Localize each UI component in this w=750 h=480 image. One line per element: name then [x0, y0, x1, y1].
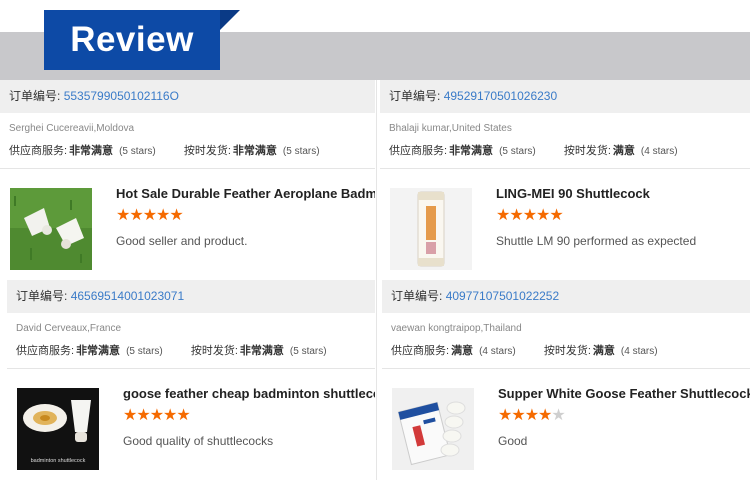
review-comment: Shuttle LM 90 performed as expected [496, 234, 697, 248]
star-rating: ★★★★★ [123, 405, 191, 425]
star-icon: ★ [498, 407, 512, 424]
order-bar: 订单编号: 49529170501026230 [380, 80, 750, 113]
banner-fold [220, 10, 240, 30]
star-icon: ★ [536, 207, 550, 224]
order-bar: 订单编号: 40977107501022252 [382, 280, 750, 313]
order-number-link[interactable]: 40977107501022252 [446, 289, 559, 303]
divider [0, 168, 375, 169]
product-title[interactable]: Supper White Goose Feather Shuttlecock [498, 386, 750, 401]
star-icon: ★ [123, 407, 137, 424]
supplier-stars: (5 stars) [126, 346, 163, 357]
star-icon: ★ [116, 207, 130, 224]
on-time-shipping-label: 按时发货: [183, 145, 231, 157]
shuttlecock-box-photo-icon [392, 388, 474, 470]
review-card-2: 订单编号: 49529170501026230 Bhalaji kumar,Un… [380, 80, 750, 280]
shipping-stars: (4 stars) [640, 146, 678, 157]
column-divider [376, 80, 377, 280]
star-empty-icon: ★ [551, 407, 565, 424]
star-icon: ★ [142, 207, 157, 224]
product-title[interactable]: LING-MEI 90 Shuttlecock [496, 186, 650, 201]
order-label: 订单编号: [391, 289, 443, 303]
order-number-link[interactable]: 49529170501026230 [444, 89, 557, 103]
buyer-name: David Cerveaux,France [16, 323, 122, 334]
shipping-rating: 满意 [612, 145, 635, 157]
review-comment: Good [498, 434, 528, 448]
divider [380, 168, 750, 169]
product-thumbnail[interactable] [10, 188, 92, 270]
supplier-rating: 非常满意 [449, 145, 494, 157]
divider [382, 368, 750, 369]
order-label: 订单编号: [16, 289, 68, 303]
supplier-service-label: 供应商服务: [389, 145, 448, 157]
supplier-service-label: 供应商服务: [16, 345, 75, 357]
star-icon: ★ [169, 207, 183, 224]
star-rating: ★★★★★ [496, 205, 564, 225]
rating-line: 供应商服务: 非常满意 (5 stars) 按时发货: 非常满意 (5 stars) [9, 142, 320, 158]
star-icon: ★ [524, 407, 539, 424]
order-number-link[interactable]: 5535799050102116O [64, 89, 179, 103]
product-title[interactable]: Hot Sale Durable Feather Aeroplane Badmi… [116, 186, 375, 201]
shuttlecock-closeup-photo-icon: badminton shuttlecock [17, 388, 99, 470]
on-time-shipping-label: 按时发货: [543, 345, 591, 357]
divider [7, 368, 375, 369]
supplier-stars: (5 stars) [499, 146, 536, 157]
star-icon: ★ [163, 407, 177, 424]
product-thumbnail[interactable] [390, 188, 472, 270]
thumbnail-caption: badminton shuttlecock [31, 458, 86, 464]
buyer-name: Serghei Cucereavii,Moldova [9, 123, 135, 134]
buyer-name: Bhalaji kumar,United States [389, 123, 512, 134]
order-number-link[interactable]: 46569514001023071 [71, 289, 184, 303]
shipping-rating: 非常满意 [239, 345, 284, 357]
product-thumbnail[interactable]: badminton shuttlecock [17, 388, 99, 470]
star-icon: ★ [538, 407, 552, 424]
rating-line: 供应商服务: 满意 (4 stars) 按时发货: 满意 (4 stars) [391, 342, 658, 358]
supplier-service-label: 供应商服务: [391, 345, 450, 357]
star-icon: ★ [136, 407, 150, 424]
review-card-4: 订单编号: 40977107501022252 vaewan kongtraip… [382, 280, 750, 480]
shipping-rating: 非常满意 [232, 145, 277, 157]
supplier-rating: 满意 [451, 345, 474, 357]
shuttlecock-tube-photo-icon [390, 188, 472, 270]
order-bar: 订单编号: 46569514001023071 [7, 280, 375, 313]
supplier-rating: 非常满意 [69, 145, 114, 157]
star-icon: ★ [129, 207, 143, 224]
rating-line: 供应商服务: 非常满意 (5 stars) 按时发货: 满意 (4 stars) [389, 142, 678, 158]
review-card-1: 订单编号: 5535799050102116O Serghei Cucereav… [0, 80, 375, 280]
star-icon: ★ [511, 407, 525, 424]
star-icon: ★ [176, 407, 190, 424]
review-card-3: 订单编号: 46569514001023071 David Cerveaux,F… [7, 280, 375, 480]
supplier-rating: 非常满意 [76, 345, 121, 357]
star-rating: ★★★★★ [498, 405, 566, 425]
review-comment: Good seller and product. [116, 234, 248, 248]
on-time-shipping-label: 按时发货: [190, 345, 238, 357]
on-time-shipping-label: 按时发货: [563, 145, 611, 157]
rating-line: 供应商服务: 非常满意 (5 stars) 按时发货: 非常满意 (5 stars) [16, 342, 327, 358]
product-thumbnail[interactable] [392, 388, 474, 470]
star-icon: ★ [549, 207, 563, 224]
order-label: 订单编号: [9, 89, 61, 103]
shuttlecock-on-grass-photo-icon [10, 188, 92, 270]
shipping-stars: (4 stars) [620, 346, 658, 357]
review-banner: Review [44, 10, 220, 70]
star-icon: ★ [149, 407, 164, 424]
order-bar: 订单编号: 5535799050102116O [0, 80, 375, 113]
product-title[interactable]: goose feather cheap badminton shuttlecoc… [123, 386, 375, 401]
buyer-name: vaewan kongtraipop,Thailand [391, 323, 522, 334]
review-comment: Good quality of shuttlecocks [123, 434, 274, 448]
star-icon: ★ [509, 207, 523, 224]
star-icon: ★ [522, 207, 537, 224]
shipping-rating: 满意 [592, 345, 615, 357]
supplier-service-label: 供应商服务: [9, 145, 68, 157]
star-rating: ★★★★★ [116, 205, 184, 225]
star-icon: ★ [156, 207, 170, 224]
star-icon: ★ [496, 207, 510, 224]
order-label: 订单编号: [389, 89, 441, 103]
supplier-stars: (4 stars) [479, 346, 516, 357]
supplier-stars: (5 stars) [119, 146, 156, 157]
shipping-stars: (5 stars) [289, 346, 327, 357]
column-divider [376, 280, 377, 480]
shipping-stars: (5 stars) [282, 146, 320, 157]
